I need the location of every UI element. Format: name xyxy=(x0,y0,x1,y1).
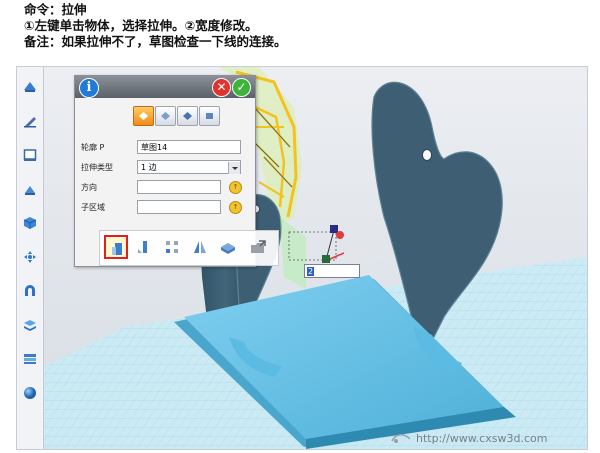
cad-application-window: i ✕ ✓ 轮廓 P 草图14 拉伸类型 1 边 方向 ↑ 子区域 ↑ 2 xyxy=(16,66,588,450)
magnet-icon[interactable] xyxy=(20,281,40,301)
export-icon xyxy=(251,240,266,253)
new-body-icon[interactable] xyxy=(133,106,154,126)
boolean-mode-group xyxy=(133,106,220,126)
3d-viewport[interactable]: i ✕ ✓ 轮廓 P 草图14 拉伸类型 1 边 方向 ↑ 子区域 ↑ 2 xyxy=(44,67,587,449)
export-button[interactable] xyxy=(246,235,270,259)
mirror-icon xyxy=(194,241,206,253)
pick-subregion-icon[interactable]: ↑ xyxy=(229,201,242,214)
shell-icon xyxy=(221,243,235,254)
transform-icon[interactable] xyxy=(20,247,40,267)
instruction-caption: 命令：拉伸 ①左键单击物体，选择拉伸。②宽度修改。 备注：如果拉伸不了，草图检查… xyxy=(24,2,584,50)
revolve-icon xyxy=(138,241,147,253)
intersect-icon[interactable] xyxy=(199,106,220,126)
extrude-length-input[interactable]: 2 xyxy=(304,264,360,278)
revolve-button[interactable] xyxy=(132,235,156,259)
sphere-icon[interactable] xyxy=(20,383,40,403)
caption-steps: ①左键单击物体，选择拉伸。②宽度修改。 xyxy=(24,18,258,33)
extrude-button[interactable] xyxy=(104,235,128,259)
feature-mini-toolbar xyxy=(99,230,279,266)
subtract-icon[interactable] xyxy=(177,106,198,126)
panels-icon[interactable] xyxy=(20,349,40,369)
chevron-down-icon[interactable] xyxy=(228,162,240,174)
pattern-button[interactable] xyxy=(160,235,184,259)
text-cursor-icon: 2 xyxy=(307,267,314,276)
direction-field[interactable] xyxy=(137,180,221,194)
extrude-type-select[interactable]: 1 边 xyxy=(137,160,241,174)
add-icon[interactable] xyxy=(155,106,176,126)
direction-label: 方向 xyxy=(81,183,97,192)
info-icon[interactable]: i xyxy=(79,78,99,98)
cancel-button[interactable]: ✕ xyxy=(212,78,231,97)
pick-direction-icon[interactable]: ↑ xyxy=(229,181,242,194)
watermark-url: http://www.cxsw3d.com xyxy=(416,432,548,445)
sketch-plane-icon[interactable] xyxy=(20,145,40,165)
profile-row: 轮廓 P 草图14 xyxy=(81,140,253,156)
extrude-icon xyxy=(112,243,122,255)
solid-cube-icon[interactable] xyxy=(20,213,40,233)
watermark-logo-icon xyxy=(391,434,411,443)
shell-button[interactable] xyxy=(216,235,240,259)
subregion-field[interactable] xyxy=(137,200,221,214)
feature-icon[interactable] xyxy=(20,179,40,199)
left-toolbar xyxy=(17,67,44,449)
type-label: 拉伸类型 xyxy=(81,163,113,172)
profile-field[interactable]: 草图14 xyxy=(137,140,241,154)
confirm-button[interactable]: ✓ xyxy=(232,78,251,97)
view-icon[interactable] xyxy=(20,77,40,97)
caption-note: 备注：如果拉伸不了，草图检查一下线的连接。 xyxy=(24,34,287,49)
layers-icon[interactable] xyxy=(20,315,40,335)
profile-label: 轮廓 P xyxy=(81,143,105,152)
direction-row: 方向 ↑ xyxy=(81,180,253,196)
sketch-icon[interactable] xyxy=(20,111,40,131)
mirror-button[interactable] xyxy=(188,235,212,259)
subregion-label: 子区域 xyxy=(81,203,105,212)
extrude-type-value: 1 边 xyxy=(141,163,157,172)
subregion-row: 子区域 ↑ xyxy=(81,200,253,216)
right-hole xyxy=(422,149,432,161)
dialog-titlebar: i ✕ ✓ xyxy=(75,76,255,98)
caption-command: 命令：拉伸 xyxy=(24,2,87,17)
pattern-icon xyxy=(166,241,178,253)
type-row: 拉伸类型 1 边 xyxy=(81,160,253,176)
